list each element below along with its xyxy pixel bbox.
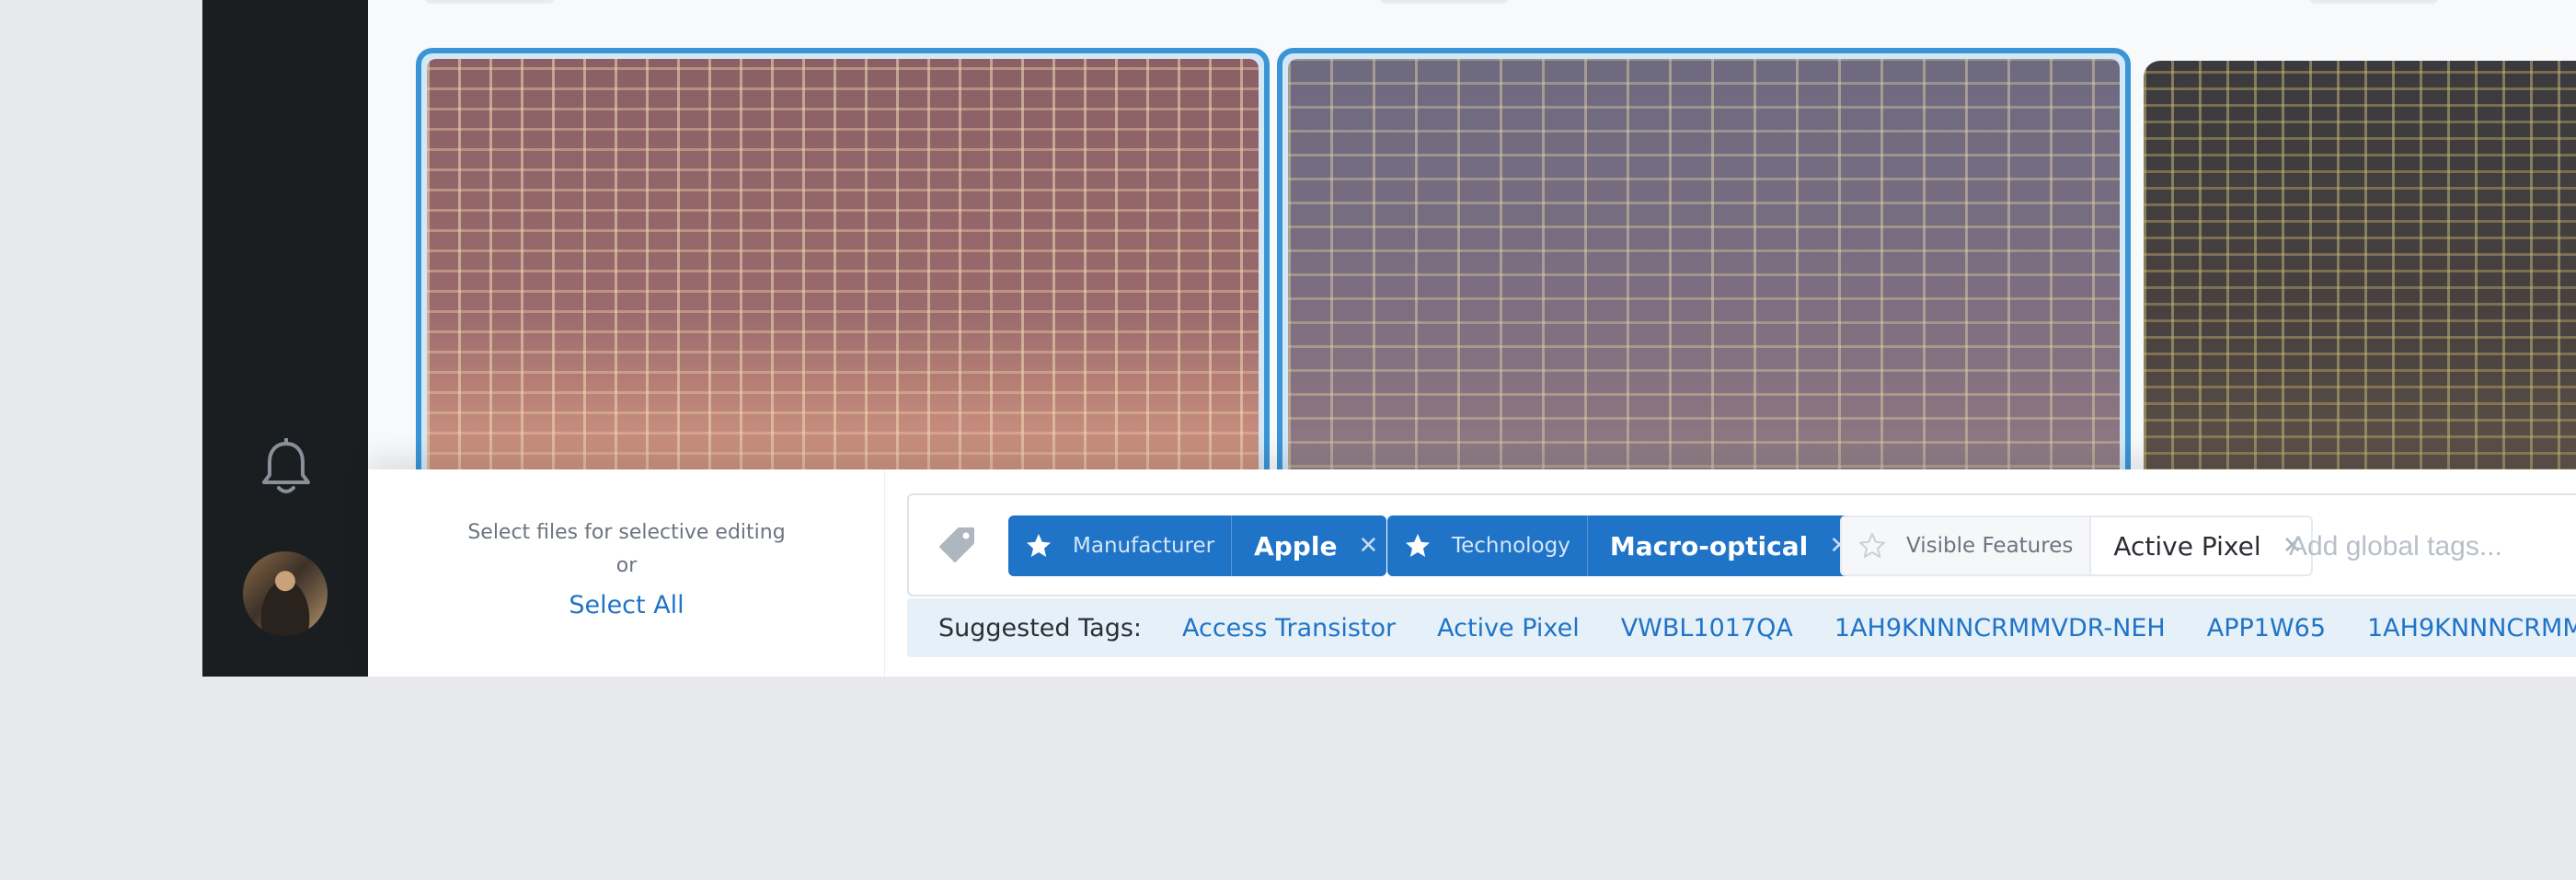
tag-chip-key: Manufacturer bbox=[1008, 515, 1233, 576]
top-pill bbox=[425, 0, 554, 4]
image-thumbnail bbox=[1288, 59, 2120, 515]
suggested-tag[interactable]: 1AH9KNNNCRMMVDR-NEH bbox=[1834, 614, 2166, 643]
tag-label: Manufacturer bbox=[1073, 534, 1215, 558]
tag-chip-technology: Technology Macro-optical ✕ bbox=[1387, 515, 1858, 576]
suggested-tags-label: Suggested Tags: bbox=[938, 613, 1142, 643]
tag-chip-key: Visible Features bbox=[1842, 517, 2092, 574]
remove-tag-icon[interactable]: ✕ bbox=[1350, 515, 1386, 576]
selection-or: or bbox=[615, 554, 638, 577]
bulk-edit-panel: Select files for selective editing or Se… bbox=[368, 469, 2576, 677]
bell-icon[interactable] bbox=[259, 438, 314, 499]
main-area: Select files for selective editing or Se… bbox=[368, 0, 2576, 677]
tag-value: Macro-optical bbox=[1609, 530, 1809, 562]
tag-label: Visible Features bbox=[1906, 534, 2074, 558]
suggested-tag[interactable]: VWBL1017QA bbox=[1621, 614, 1793, 643]
top-pill bbox=[1380, 0, 1509, 4]
star-icon[interactable] bbox=[1404, 532, 1432, 560]
image-card-selected[interactable] bbox=[416, 48, 1270, 527]
selection-area: Select files for selective editing or Se… bbox=[368, 469, 885, 677]
tag-label: Technology bbox=[1452, 534, 1570, 558]
tag-value: Active Pixel bbox=[2113, 530, 2261, 562]
avatar[interactable] bbox=[243, 551, 328, 636]
suggested-tag[interactable]: Access Transistor bbox=[1182, 614, 1396, 643]
sidebar bbox=[202, 0, 368, 677]
selection-hint: Select files for selective editing bbox=[467, 521, 786, 544]
suggested-tag[interactable]: APP1W65 bbox=[2207, 614, 2326, 643]
tag-icon bbox=[939, 527, 974, 562]
image-card[interactable] bbox=[2144, 61, 2576, 521]
app-window: Select files for selective editing or Se… bbox=[202, 0, 2576, 677]
global-tags-input[interactable] bbox=[2289, 527, 2565, 567]
tag-chip-manufacturer: Manufacturer Apple ✕ bbox=[1008, 515, 1387, 576]
top-pill bbox=[2309, 0, 2438, 4]
tag-value: Apple bbox=[1254, 530, 1338, 562]
image-thumbnail bbox=[427, 59, 1259, 515]
tag-chip-key: Technology bbox=[1387, 515, 1588, 576]
star-icon[interactable] bbox=[1025, 532, 1052, 560]
suggested-tag[interactable]: 1AH9KNNNCRMMVDR-NEH bbox=[2367, 614, 2576, 643]
select-all-link[interactable]: Select All bbox=[368, 591, 885, 619]
star-outline-icon[interactable] bbox=[1858, 532, 1886, 560]
tag-chip-visible-features: Visible Features Active Pixel ✕ bbox=[1840, 515, 2313, 576]
image-card-selected[interactable] bbox=[1277, 48, 2131, 527]
suggested-tag[interactable]: Active Pixel bbox=[1437, 614, 1580, 643]
tag-bar: Manufacturer Apple ✕ Technology Macro-op… bbox=[907, 493, 2576, 596]
image-thumbnail bbox=[2144, 61, 2576, 521]
suggested-tags-bar: Suggested Tags: Access Transistor Active… bbox=[907, 598, 2576, 657]
